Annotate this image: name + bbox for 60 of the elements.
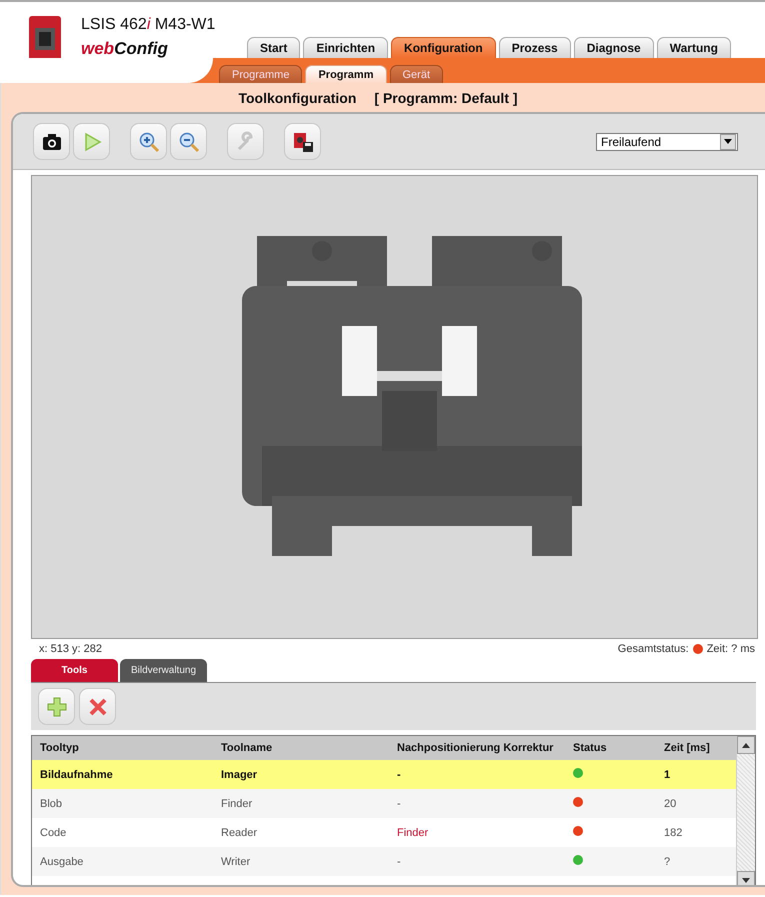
program-label: [ Programm: Default ] [374, 90, 518, 106]
page-title: Toolkonfiguration [238, 90, 356, 106]
nav-tab[interactable]: Prozess [498, 37, 571, 58]
status-label: Gesamtstatus: [618, 643, 689, 655]
device-model: LSIS 462 [81, 16, 147, 33]
column-header: Zeit [ms] [656, 736, 736, 760]
correction-link[interactable]: Finder [397, 826, 428, 838]
table-cell: - [397, 768, 401, 780]
plus-icon [46, 696, 68, 718]
nav-tab[interactable]: Start [247, 37, 300, 58]
table-row[interactable]: Ausgabe Writer - ? [32, 847, 736, 876]
column-header: Toolname [213, 736, 389, 760]
table-cell: Code [40, 826, 66, 838]
device-variant: M43-W1 [154, 16, 216, 33]
scrollbar[interactable] [736, 736, 755, 885]
product-prefix: web [81, 39, 114, 58]
column-header: Status [565, 736, 656, 760]
scroll-down-icon [742, 878, 750, 882]
table-row[interactable]: Code Reader Finder 182 [32, 818, 736, 847]
zoom-in-icon [138, 130, 160, 152]
column-header: Tooltyp [32, 736, 213, 760]
panel-tab[interactable]: Bildverwaltung [120, 659, 207, 682]
table-cell: 1 [664, 768, 670, 780]
zoom-in-button[interactable] [130, 123, 167, 160]
nav-tab[interactable]: Wartung [656, 37, 731, 58]
save-icon [292, 130, 314, 152]
save-button[interactable] [284, 123, 321, 160]
table-cell: ? [664, 856, 670, 868]
close-icon [86, 696, 108, 718]
panel-tab[interactable]: Tools [31, 659, 118, 682]
table-cell: Writer [221, 856, 250, 868]
table-cell: - [397, 856, 401, 868]
table-cell: Blob [40, 798, 62, 810]
device-suffix: i [146, 16, 150, 33]
add-button[interactable] [38, 688, 75, 725]
sub-tab[interactable]: Programm [305, 65, 386, 83]
mode-dropdown[interactable]: Freilaufend [596, 132, 738, 150]
table-row[interactable]: Bildaufnahme Imager - 1 [32, 760, 736, 789]
table-cell: - [397, 798, 401, 810]
cursor-coordinates: x: 513 y: 282 [39, 643, 102, 655]
scroll-up-icon [742, 742, 750, 748]
nav-tab[interactable]: Konfiguration [391, 37, 496, 58]
table-cell: Finder [221, 798, 252, 810]
column-header: Nachpositionierung Korrektur [389, 736, 565, 760]
table-cell: Imager [221, 768, 258, 780]
nav-tab[interactable]: Diagnose [574, 37, 654, 58]
table-cell: 182 [664, 826, 682, 838]
table-cell: 20 [664, 798, 676, 810]
camera-button[interactable] [33, 123, 70, 160]
time-label: Zeit: ? ms [706, 643, 755, 655]
delete-button[interactable] [79, 688, 116, 725]
zoom-out-button[interactable] [170, 123, 207, 160]
zoom-out-icon [178, 130, 200, 152]
table-cell: Reader [221, 826, 258, 838]
dropdown-arrow-icon [724, 139, 732, 144]
table-cell: Bildaufnahme [40, 768, 113, 780]
table-cell: Ausgabe [40, 856, 84, 868]
nav-tab[interactable]: Einrichten [303, 37, 388, 58]
product-name: Config [114, 39, 168, 58]
table-row[interactable]: Blob Finder - 20 [32, 789, 736, 818]
